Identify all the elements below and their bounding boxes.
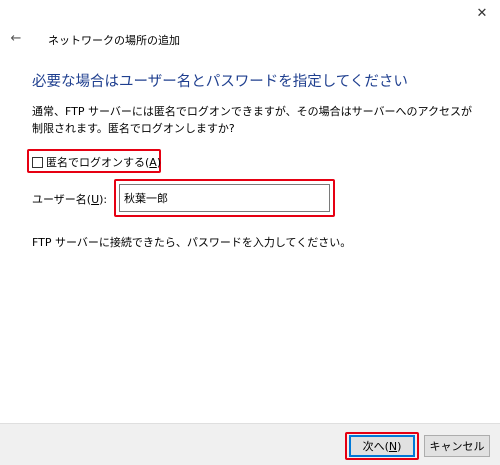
cancel-button[interactable]: キャンセル <box>424 435 490 457</box>
anonymous-logon-checkbox[interactable]: 匿名でログオンする(A) <box>32 154 161 170</box>
back-button[interactable]: ← <box>4 28 28 48</box>
close-icon: ✕ <box>476 5 488 21</box>
close-button[interactable]: ✕ <box>468 2 496 24</box>
username-input[interactable] <box>119 184 330 212</box>
wizard-title: ネットワークの場所の追加 <box>48 34 180 47</box>
page-heading: 必要な場合はユーザー名とパスワードを指定してください <box>32 74 408 90</box>
back-arrow-icon: ← <box>10 30 22 46</box>
anonymous-logon-label: 匿名でログオンする(A) <box>46 156 162 169</box>
next-button[interactable]: 次へ(N) <box>349 435 415 457</box>
password-info-text: FTP サーバーに接続できたら、パスワードを入力してください。 <box>32 236 352 249</box>
checkbox-box[interactable] <box>32 156 43 168</box>
description-text: 通常、FTP サーバーには匿名でログオンできますが、その場合はサーバーへのアクセ… <box>32 105 472 135</box>
username-label: ユーザー名(U): <box>32 193 108 206</box>
